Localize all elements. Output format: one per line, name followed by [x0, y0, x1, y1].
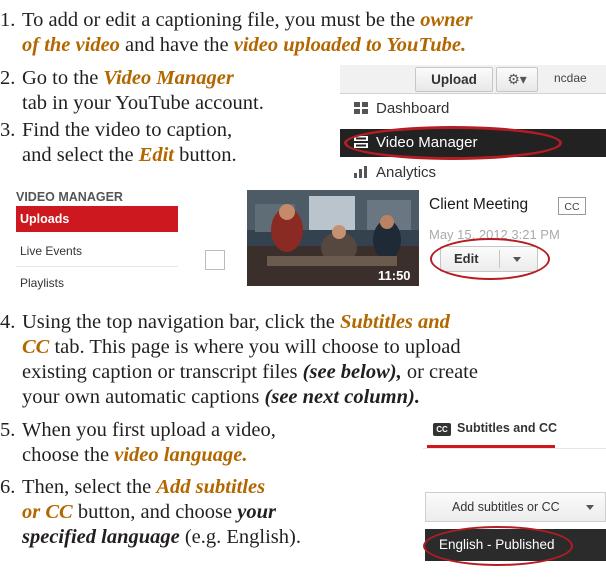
step-3-line-1: 3. Find the video to caption, — [0, 118, 232, 142]
step-5-emphasis-language: video language. — [114, 444, 248, 466]
account-username: ncdae — [554, 71, 587, 85]
sidebar-title: VIDEO MANAGER — [16, 190, 123, 204]
step-2-emphasis-video-manager: Video Manager — [103, 67, 234, 89]
cc-badge: CC — [558, 197, 586, 215]
sidebar-item-playlists[interactable]: Playlists — [20, 276, 64, 290]
step-6-line-1: 6. Then, select the Add subtitles — [0, 475, 265, 499]
step-4-emphasis-next-column: (see next column). — [264, 386, 420, 408]
tab-divider — [423, 448, 606, 449]
video-manager-screenshot: VIDEO MANAGER Uploads Live Events Playli… — [0, 190, 606, 302]
step-1-number: 1. — [0, 9, 16, 31]
upload-button[interactable]: Upload — [415, 67, 493, 92]
step-5-number: 5. — [0, 419, 16, 441]
chevron-down-icon — [586, 505, 594, 510]
step-1-line-2: of the video and have the video uploaded… — [22, 33, 466, 57]
step-5-text-2: choose the — [22, 444, 115, 466]
step-6-line-3: specified language (e.g. English). — [22, 525, 301, 549]
video-thumbnail[interactable]: 11:50 — [247, 190, 419, 286]
step-1-text-2: and have the — [119, 34, 234, 56]
tab-subtitles-and-cc[interactable]: Subtitles and CC — [457, 421, 557, 435]
step-1-emphasis-owner: owner — [420, 9, 473, 31]
highlight-oval-language — [423, 526, 573, 566]
video-manager-sidebar: VIDEO MANAGER Uploads Live Events Playli… — [16, 190, 178, 302]
step-4-line-2: CC tab. This page is where you will choo… — [22, 335, 461, 359]
step-3-text-3: button. — [174, 144, 237, 166]
highlight-oval-edit — [430, 238, 550, 280]
step-2-line-2: tab in your YouTube account. — [22, 91, 264, 115]
step-4-text-5: your own automatic captions — [22, 386, 265, 408]
step-4-text-2: tab. This page is where you will choose … — [49, 336, 461, 358]
step-5-line-2: choose the video language. — [22, 443, 247, 467]
step-3-text: Find the video to caption, — [22, 119, 233, 141]
step-2-number: 2. — [0, 67, 16, 89]
step-6-emphasis-your: your — [237, 501, 276, 523]
step-4-text-3: existing caption or transcript files — [22, 361, 303, 383]
step-6-line-2: or CC button, and choose your — [22, 500, 276, 524]
step-4-number: 4. — [0, 311, 16, 333]
step-5-line-1: 5. When you first upload a video, — [0, 418, 276, 442]
video-title[interactable]: Client Meeting — [429, 196, 528, 214]
sidebar-item-uploads[interactable]: Uploads — [16, 206, 178, 232]
menu-item-dashboard-label: Dashboard — [376, 100, 450, 117]
sidebar-divider — [16, 266, 178, 267]
highlight-oval-video-manager — [344, 126, 562, 160]
step-2-text-2: tab in your YouTube account. — [22, 92, 264, 114]
step-2-line-1: 2. Go to the Video Manager — [0, 66, 234, 90]
step-3-emphasis-edit: Edit — [138, 144, 175, 166]
step-6-text-3: (e.g. English). — [179, 526, 301, 548]
step-3-text-2: and select the — [22, 144, 139, 166]
step-4-line-3: existing caption or transcript files (se… — [22, 360, 478, 384]
video-select-checkbox[interactable] — [205, 250, 225, 270]
step-6-text: Then, select the — [22, 476, 157, 498]
step-6-emphasis-add-subtitles: Add subtitles — [156, 476, 266, 498]
step-3-line-2: and select the Edit button. — [22, 143, 237, 167]
add-subtitles-button[interactable]: Add subtitles or CC — [425, 492, 606, 522]
step-1-emphasis-of-video: of the video — [22, 34, 120, 56]
analytics-icon — [354, 162, 368, 178]
step-3-number: 3. — [0, 119, 16, 141]
gear-icon[interactable]: ⚙▾ — [496, 67, 538, 92]
step-6-emphasis-specified-language: specified language — [22, 526, 180, 548]
subtitles-cc-screenshot: CC Subtitles and CC Add subtitles or CC … — [423, 410, 606, 583]
step-4-line-1: 4. Using the top navigation bar, click th… — [0, 310, 450, 334]
step-4-line-4: your own automatic captions (see next co… — [22, 385, 420, 409]
step-1-line-1: 1. To add or edit a captioning file, you … — [0, 8, 473, 32]
dashboard-icon — [354, 98, 368, 114]
step-4-text: Using the top navigation bar, click the — [22, 311, 340, 333]
video-duration: 11:50 — [378, 268, 411, 283]
add-subtitles-button-label: Add subtitles or CC — [452, 500, 560, 514]
step-6-emphasis-or-cc: or CC — [22, 501, 73, 523]
step-4-text-4: or create — [401, 361, 478, 383]
step-4-emphasis-see-below: (see below), — [302, 361, 402, 383]
step-6-text-2: button, and choose — [72, 501, 238, 523]
sidebar-item-live-events[interactable]: Live Events — [20, 244, 82, 258]
closed-captions-icon: CC — [433, 423, 451, 436]
menu-item-analytics-label: Analytics — [376, 164, 437, 181]
step-4-emphasis-subtitles: Subtitles and — [340, 311, 450, 333]
menu-item-analytics[interactable]: Analytics — [340, 161, 606, 181]
step-4-emphasis-cc: CC — [22, 336, 50, 358]
menu-item-dashboard[interactable]: Dashboard — [340, 97, 606, 121]
step-5-text: When you first upload a video, — [22, 419, 276, 441]
step-1-text: To add or edit a captioning file, you mu… — [22, 9, 421, 31]
youtube-menu-screenshot: Upload ⚙▾ ncdae Dashboard Video Manager … — [340, 65, 606, 181]
step-6-number: 6. — [0, 476, 16, 498]
step-1-emphasis-uploaded: video uploaded to YouTube. — [233, 34, 467, 56]
step-2-text: Go to the — [22, 67, 104, 89]
